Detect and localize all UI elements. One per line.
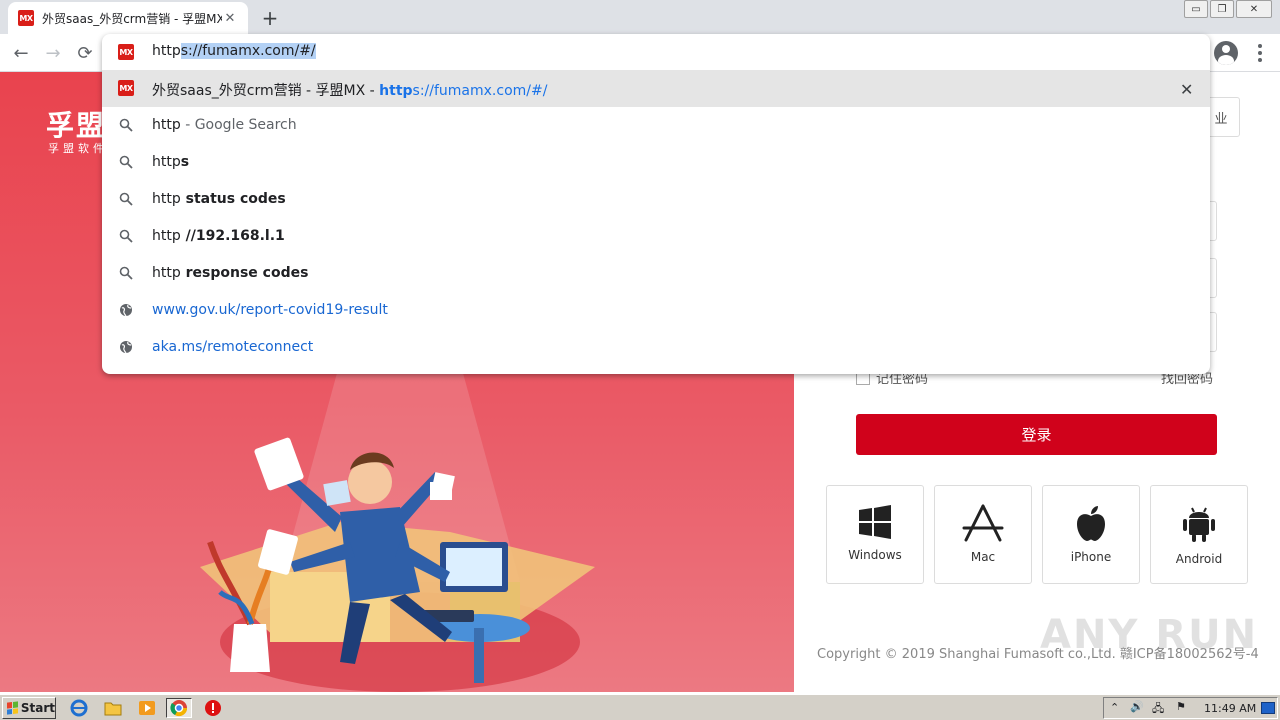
login-button[interactable]: 登录 xyxy=(856,414,1217,455)
suggestion-text: 外贸saas_外贸crm营销 - 孚盟MX - https://fumamx.c… xyxy=(152,80,547,100)
suggestion-text-part: www.gov.uk/report-covid19-result xyxy=(152,302,388,318)
browser-tab[interactable]: MX 外贸saas_外贸crm营销 - 孚盟MX ✕ xyxy=(8,2,248,34)
suggestion-text-part: http xyxy=(152,228,181,244)
show-desktop-icon[interactable] xyxy=(1261,702,1275,714)
suggestion-text-part: http xyxy=(152,117,181,133)
suggestion-text-part: aka.ms/remoteconnect xyxy=(152,339,314,355)
globe-icon xyxy=(118,302,134,318)
suggestion-text-part: http xyxy=(152,265,181,281)
omnibox-suggestion[interactable]: http status codes xyxy=(102,181,1210,218)
windows-flag-icon xyxy=(7,701,18,715)
chrome-menu-icon[interactable] xyxy=(1250,41,1270,65)
search-icon xyxy=(118,191,134,207)
brand-subtitle: 孚盟软件 xyxy=(48,142,108,155)
suggestion-text: http status codes xyxy=(152,191,286,207)
suggestion-text-part: status codes xyxy=(180,191,286,207)
search-icon xyxy=(118,154,134,170)
volume-icon[interactable]: 🔊 xyxy=(1130,700,1144,713)
restore-button[interactable]: ❐ xyxy=(1210,0,1234,18)
new-tab-button[interactable]: + xyxy=(258,6,282,30)
globe-icon xyxy=(118,339,134,355)
suggestion-text-part: http xyxy=(152,191,181,207)
suggestion-text: www.gov.uk/report-covid19-result xyxy=(152,302,388,318)
network-icon[interactable]: 🖧 xyxy=(1152,700,1164,719)
typed-text: http xyxy=(152,43,181,59)
autocomplete-selection: s://fumamx.com/#/ xyxy=(180,43,316,59)
platform-label: Mac xyxy=(970,550,996,564)
download-windows-button[interactable]: Windows xyxy=(826,485,924,584)
suggestion-text: http - Google Search xyxy=(152,117,297,133)
show-hidden-icons-icon[interactable]: ⌃ xyxy=(1110,701,1119,714)
start-button[interactable]: Start xyxy=(2,697,56,719)
suggestion-text-part: s xyxy=(180,154,190,170)
system-tray: ⌃ 🔊 🖧 ⚑ 11:49 AM xyxy=(1103,697,1278,719)
omnibox-suggestion[interactable]: MX 外贸saas_外贸crm营销 - 孚盟MX - https://fumamx… xyxy=(102,70,1210,107)
enterprise-button-label: 业 xyxy=(1214,111,1228,127)
suggestion-text: https xyxy=(152,154,189,170)
omnibox-dropdown: MX https://fumamx.com/#/ MX 外贸saas_外贸crm营… xyxy=(102,34,1210,374)
minimize-button[interactable]: ▭ xyxy=(1184,0,1208,18)
media-player-icon[interactable] xyxy=(134,698,160,718)
remove-suggestion-icon[interactable]: ✕ xyxy=(1180,80,1193,99)
address-text[interactable]: https://fumamx.com/#/ xyxy=(152,43,316,59)
internet-explorer-icon[interactable] xyxy=(66,698,92,718)
forward-button[interactable]: → xyxy=(40,40,66,66)
download-mac-button[interactable]: Mac xyxy=(934,485,1032,584)
suggestion-text-part: response codes xyxy=(180,265,309,281)
suggestion-text-part: http xyxy=(379,83,413,99)
search-icon xyxy=(118,228,134,244)
app-store-icon xyxy=(962,504,1004,542)
suggestion-text-part: - Google Search xyxy=(180,117,297,133)
back-button[interactable]: ← xyxy=(8,40,34,66)
suggestion-text: aka.ms/remoteconnect xyxy=(152,339,313,355)
tab-title: 外贸saas_外贸crm营销 - 孚盟MX xyxy=(42,11,222,26)
omnibox-suggestion[interactable]: http //192.168.l.1 xyxy=(102,218,1210,255)
apple-icon xyxy=(1077,506,1105,541)
platform-label: Windows xyxy=(848,548,902,562)
site-favicon-icon: MX xyxy=(118,80,134,96)
search-icon xyxy=(118,117,134,133)
platform-label: iPhone xyxy=(1070,550,1112,564)
window-close-button[interactable]: ✕ xyxy=(1236,0,1272,18)
tab-strip: MX 外贸saas_外贸crm营销 - 孚盟MX ✕ + ▭ ❐ ✕ xyxy=(0,0,1280,34)
chrome-taskbar-icon[interactable] xyxy=(166,698,192,718)
start-label: Start xyxy=(20,701,55,715)
favicon-mark: MX xyxy=(118,80,134,96)
download-iphone-button[interactable]: iPhone xyxy=(1042,485,1140,584)
action-center-flag-icon[interactable]: ⚑ xyxy=(1176,700,1186,713)
omnibox-suggestion[interactable]: https xyxy=(102,144,1210,181)
stop-sign-icon[interactable] xyxy=(200,698,226,718)
file-explorer-icon[interactable] xyxy=(100,698,126,718)
tab-close-icon[interactable]: ✕ xyxy=(222,10,238,26)
reload-button[interactable]: ⟳ xyxy=(72,40,98,66)
omnibox-suggestion[interactable]: http response codes xyxy=(102,255,1210,292)
site-favicon-icon: MX xyxy=(18,10,34,26)
anyrun-watermark: ANY RUN xyxy=(1040,612,1259,658)
profile-avatar-icon[interactable] xyxy=(1214,41,1238,65)
android-icon xyxy=(1183,507,1215,542)
taskbar-clock: 11:49 AM xyxy=(1204,702,1257,715)
windows-icon xyxy=(859,505,891,539)
suggestion-text-part: s://fumamx.com/#/ xyxy=(412,83,548,99)
office-worker-illustration xyxy=(200,362,595,692)
download-android-button[interactable]: Android xyxy=(1150,485,1248,584)
brand-logo-text: 孚盟 xyxy=(46,109,107,142)
site-favicon-icon: MX xyxy=(118,44,134,60)
windows-taskbar: Start ⌃ 🔊 🖧 ⚑ 11:49 AM xyxy=(0,694,1280,720)
search-icon xyxy=(118,265,134,281)
omnibox-suggestion[interactable]: www.gov.uk/report-covid19-result xyxy=(102,292,1210,329)
omnibox-suggestion[interactable]: http - Google Search xyxy=(102,107,1210,144)
suggestion-text-part: //192.168.l.1 xyxy=(180,228,285,244)
platform-label: Android xyxy=(1175,552,1223,566)
suggestion-text-part: 外贸saas_外贸crm营销 - 孚盟MX - xyxy=(152,83,380,99)
omnibox-suggestion[interactable]: aka.ms/remoteconnect xyxy=(102,329,1210,366)
suggestion-text-part: http xyxy=(152,154,181,170)
address-bar-input[interactable]: MX https://fumamx.com/#/ xyxy=(102,34,1210,70)
suggestion-text: http //192.168.l.1 xyxy=(152,228,285,244)
suggestion-text: http response codes xyxy=(152,265,308,281)
